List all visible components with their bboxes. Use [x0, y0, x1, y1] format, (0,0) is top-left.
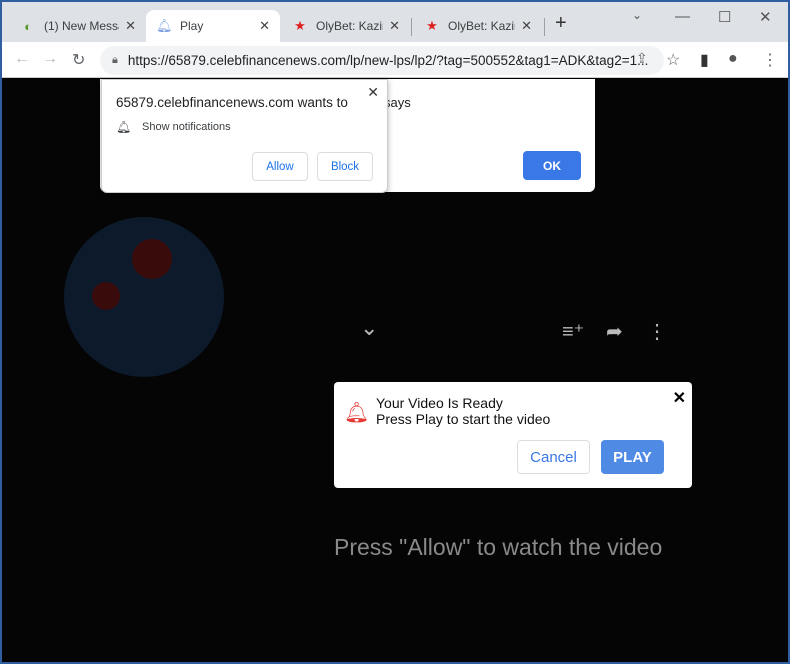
allow-instruction-text: Press "Allow" to watch the video — [334, 534, 663, 560]
share-icon[interactable]: ⇪ — [636, 50, 648, 67]
address-bar[interactable]: 🔒︎ https://65879.celebfinancenews.com/lp… — [100, 46, 664, 75]
ok-button[interactable]: OK — [523, 151, 581, 180]
close-tab-icon[interactable]: ✕ — [259, 18, 270, 34]
lock-icon: 🔒︎ — [112, 54, 118, 66]
allow-button[interactable]: Allow — [252, 152, 308, 181]
reload-icon[interactable]: ↻ — [72, 50, 85, 70]
close-tab-icon[interactable]: ✕ — [389, 18, 400, 34]
more-options-icon[interactable]: ⋮ — [647, 319, 667, 344]
toolbar: ← → ↻ 🔒︎ https://65879.celebfinancenews.… — [2, 42, 788, 78]
browser-window: ◐ (1) New Messag ✕ 🔔︎ Play ✕ ★ OlyBet: K… — [2, 2, 788, 662]
share-arrow-icon[interactable]: ➦ — [606, 319, 623, 344]
close-icon[interactable]: ✕ — [673, 388, 686, 408]
close-icon[interactable]: ✕ — [367, 84, 379, 101]
tab-separator — [411, 18, 412, 36]
red-star-icon: ★ — [426, 18, 438, 33]
profile-avatar-icon[interactable]: ● — [728, 50, 738, 68]
bell-icon: 🔔︎ — [344, 402, 370, 424]
bookmark-star-icon[interactable]: ☆ — [666, 50, 680, 70]
tab-search-icon[interactable]: ⌄ — [632, 8, 642, 22]
maximize-button[interactable]: ☐ — [718, 8, 731, 26]
side-panel-icon[interactable]: ▮ — [700, 50, 709, 70]
watermark-dot — [92, 282, 120, 310]
minimize-button[interactable]: — — [675, 8, 690, 25]
tab-olybet-1[interactable]: ★ OlyBet: Kazino ✕ — [282, 10, 410, 42]
watermark-dot — [132, 239, 172, 279]
play-button[interactable]: PLAY — [601, 440, 664, 474]
back-icon[interactable]: ← — [14, 50, 30, 68]
forward-icon[interactable]: → — [42, 50, 58, 68]
permission-row: 🔔︎ Show notifications — [116, 120, 231, 134]
page-content: says OK 65879.celebfinancenews.com wants… — [2, 79, 788, 662]
new-tab-button[interactable]: + — [555, 12, 567, 35]
close-tab-icon[interactable]: ✕ — [125, 18, 136, 34]
tab-new-messages[interactable]: ◐ (1) New Messag ✕ — [10, 10, 146, 42]
block-button[interactable]: Block — [317, 152, 373, 181]
yes-favicon-icon: ◐ — [24, 18, 32, 34]
close-window-button[interactable]: ✕ — [759, 8, 772, 26]
add-to-queue-icon[interactable]: ≡⁺ — [562, 319, 584, 344]
tab-olybet-2[interactable]: ★ OlyBet: Kazino ✕ — [414, 10, 542, 42]
bell-icon: 🔔︎ — [116, 120, 132, 134]
tab-bar: ◐ (1) New Messag ✕ 🔔︎ Play ✕ ★ OlyBet: K… — [2, 2, 788, 42]
menu-kebab-icon[interactable]: ⋮ — [762, 50, 778, 70]
red-star-icon: ★ — [294, 18, 306, 33]
tab-separator — [544, 18, 545, 36]
cancel-button[interactable]: Cancel — [517, 440, 590, 474]
notification-permission-prompt: 65879.celebfinancenews.com wants to ✕ 🔔︎… — [101, 79, 388, 193]
bell-icon: 🔔︎ — [156, 18, 173, 33]
tab-play[interactable]: 🔔︎ Play ✕ — [146, 10, 280, 42]
close-tab-icon[interactable]: ✕ — [521, 18, 532, 34]
video-ready-popup: 🔔︎ Your Video Is Ready Press Play to sta… — [334, 382, 692, 488]
chevron-down-icon[interactable]: ⌄ — [360, 315, 378, 341]
